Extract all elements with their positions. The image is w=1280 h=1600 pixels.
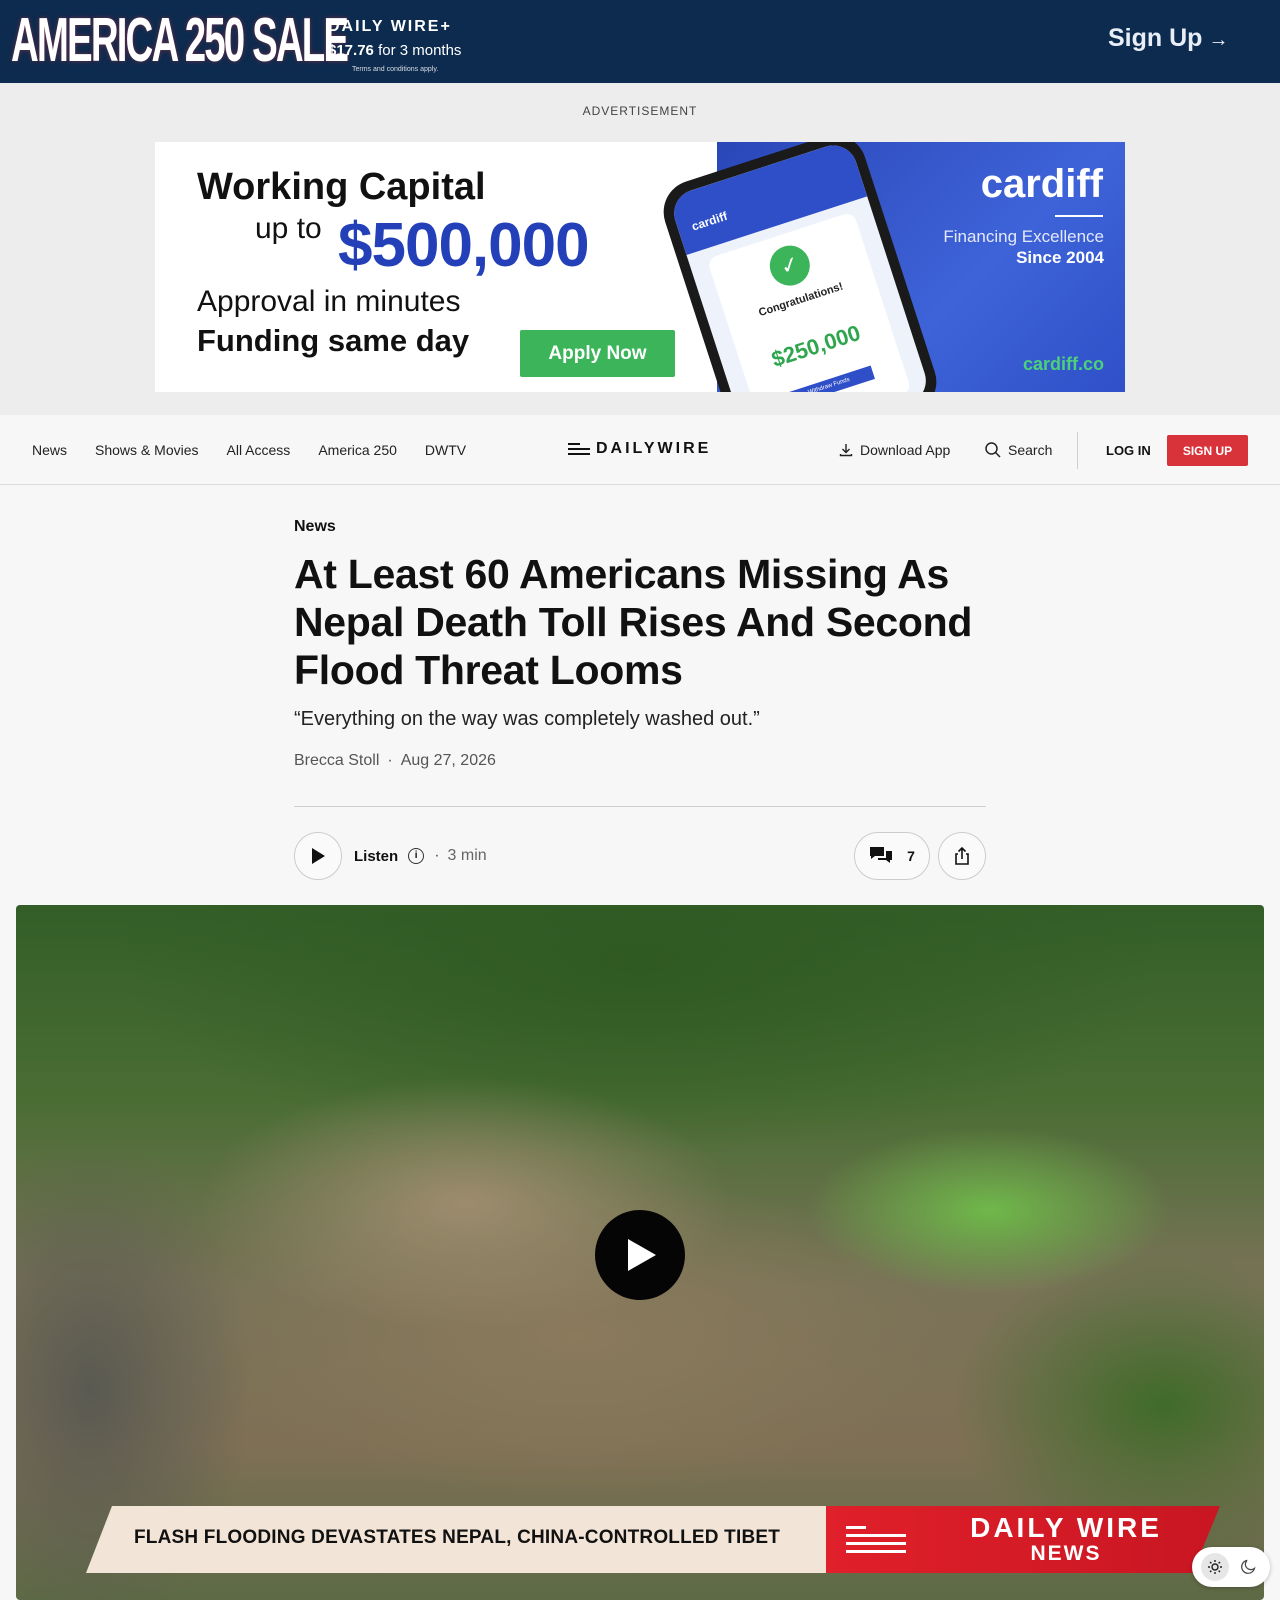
site-logo[interactable]: DAILYWIRE: [568, 440, 711, 458]
comments-icon: [870, 847, 893, 863]
comment-count: 7: [907, 848, 915, 864]
byline-separator: ·: [387, 752, 393, 769]
lower-third-brand: DAILY WIRE: [970, 1512, 1162, 1543]
info-icon[interactable]: i: [408, 848, 425, 864]
download-icon: [839, 444, 853, 457]
listen-bar: Listen i · 3 min: [294, 832, 487, 880]
ad-headline: Working Capital: [197, 166, 486, 208]
search-button[interactable]: Search: [984, 435, 1052, 465]
ad-label: ADVERTISEMENT: [582, 104, 698, 118]
header-divider: [294, 806, 986, 807]
article-byline: Brecca Stoll · Aug 27, 2026: [294, 752, 496, 770]
search-label: Search: [1008, 442, 1053, 458]
search-icon: [985, 442, 1001, 458]
article-headline: At Least 60 Americans Missing As Nepal D…: [294, 551, 973, 693]
promo-banner[interactable]: AMERICA 250 SALE DAILY WIRE+ $17.76 for …: [0, 0, 1280, 83]
dark-mode-button[interactable]: [1234, 1553, 1262, 1581]
promo-signup-label: Sign Up: [1108, 24, 1203, 52]
lower-third-brand-sub: NEWS: [1030, 1542, 1102, 1565]
listen-play-button[interactable]: [294, 832, 342, 880]
lower-third-headline: FLASH FLOODING DEVASTATES NEPAL, CHINA-C…: [134, 1527, 781, 1548]
checkmark-icon: ✓: [764, 240, 816, 291]
nav-item-dwtv[interactable]: DWTV: [425, 442, 466, 458]
ad-since: Since 2004: [1016, 248, 1104, 267]
play-icon: [628, 1239, 656, 1271]
logo-flag-icon: [568, 443, 590, 455]
download-app-link[interactable]: Download App: [838, 435, 950, 465]
phone-card: ✓ Congratulations! $250,000 Withdraw Fun…: [706, 211, 912, 392]
author-link[interactable]: Brecca Stoll: [294, 752, 379, 769]
promo-signup-link[interactable]: Sign Up →: [1108, 24, 1228, 53]
download-app-label: Download App: [860, 442, 951, 458]
ad-url: cardiff.co: [1022, 354, 1104, 374]
nav-divider: [1077, 432, 1078, 469]
ad-funding: Funding same day: [197, 323, 470, 358]
logo-text: DAILYWIRE: [596, 440, 712, 457]
light-mode-button[interactable]: [1200, 1553, 1229, 1581]
ad-approval: Approval in minutes: [197, 285, 461, 318]
moon-icon: [1240, 1559, 1256, 1574]
article-dek: “Everything on the way was completely wa…: [294, 708, 760, 730]
ad-banner[interactable]: Working Capital up to $500,000 Approval …: [155, 142, 1125, 392]
main-nav: News Shows & Movies All Access America 2…: [0, 415, 1280, 485]
promo-price-suffix: for 3 months: [378, 42, 462, 59]
video-player[interactable]: FLASH FLOODING DEVASTATES NEPAL, CHINA-C…: [16, 905, 1264, 1600]
ad-upto: up to: [255, 212, 322, 245]
nav-item-america-250[interactable]: America 250: [318, 442, 397, 458]
nav-item-all-access[interactable]: All Access: [227, 442, 291, 458]
promo-price-amount: $17.76: [328, 42, 374, 59]
flag-logo-icon: [846, 1524, 906, 1560]
share-icon: [955, 846, 969, 865]
phone-withdraw-button: Withdraw Funds: [783, 365, 875, 392]
video-lower-third: FLASH FLOODING DEVASTATES NEPAL, CHINA-C…: [86, 1506, 1220, 1573]
ad-brand-rule: [1055, 215, 1103, 217]
nav-item-news[interactable]: News: [32, 442, 67, 458]
promo-terms: Terms and conditions apply.: [352, 66, 439, 73]
apply-now-button[interactable]: Apply Now: [520, 330, 675, 377]
signup-button[interactable]: SIGN UP: [1167, 435, 1248, 466]
ad-brand: cardiff: [980, 162, 1103, 206]
play-icon: [312, 848, 325, 864]
arrow-right-icon: →: [1208, 29, 1229, 51]
nav-item-shows-movies[interactable]: Shows & Movies: [95, 442, 198, 458]
theme-toggle: [1192, 1547, 1270, 1587]
promo-title: AMERICA 250 SALE: [11, 6, 349, 75]
sun-icon: [1207, 1560, 1222, 1574]
promo-price: $17.76 for 3 months: [328, 42, 461, 59]
promo-brand: DAILY WIRE+: [328, 18, 452, 35]
listen-label[interactable]: Listen: [354, 848, 398, 865]
ad-tagline: Financing Excellence: [943, 227, 1104, 246]
login-link[interactable]: LOG IN: [1106, 435, 1151, 465]
advertisement-area: ADVERTISEMENT Working Capital up to $500…: [0, 83, 1280, 415]
share-button[interactable]: [938, 832, 986, 880]
ad-amount: $500,000: [338, 211, 590, 280]
article-category[interactable]: News: [294, 518, 336, 536]
read-time: 3 min: [447, 847, 487, 864]
video-play-button[interactable]: [595, 1210, 685, 1300]
publish-date: Aug 27, 2026: [400, 752, 496, 769]
listen-separator: ·: [434, 847, 440, 864]
nav-links: News Shows & Movies All Access America 2…: [32, 442, 494, 458]
comments-button[interactable]: 7: [854, 832, 930, 880]
